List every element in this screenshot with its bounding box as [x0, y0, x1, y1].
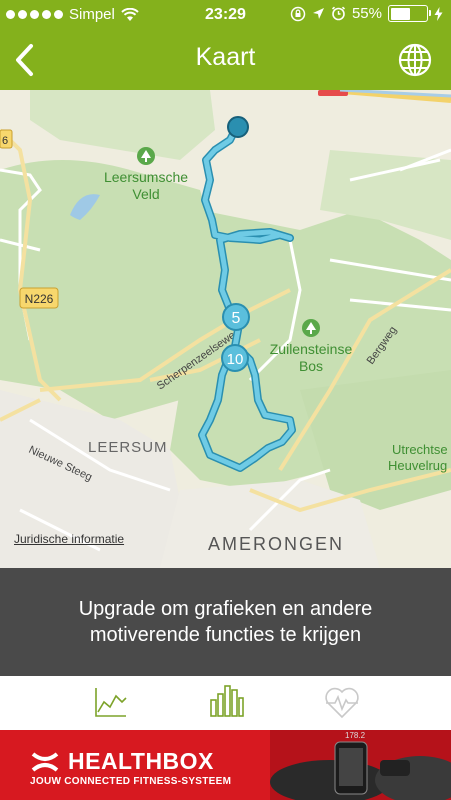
tab-line-chart[interactable] [88, 680, 132, 724]
route-start-marker [227, 116, 249, 138]
label-bos: Bos [299, 358, 323, 374]
healthbox-ad[interactable]: 178.2 HEALTHBOX JOUW CONNECTED FITNESS-S… [0, 730, 451, 800]
ad-brand: HEALTHBOX [30, 748, 214, 775]
road-label-n226: N226 [25, 292, 54, 306]
page-title: Kaart [195, 43, 256, 71]
road-label-edge: 6 [2, 135, 8, 147]
route-map[interactable]: N226 6 Leersumsche Veld Zuilensteinse Bo… [0, 90, 451, 568]
bar-chart-icon [210, 685, 244, 717]
globe-icon [398, 43, 432, 77]
heart-rate-icon [325, 687, 359, 719]
km-marker-10[interactable]: 10 [221, 344, 249, 372]
upgrade-line-1: Upgrade om grafieken en andere [78, 598, 373, 620]
label-veld: Veld [132, 186, 159, 202]
label-heuvelrug: Heuvelrug [388, 458, 447, 473]
tab-bar [0, 676, 451, 730]
location-arrow-icon [312, 8, 324, 19]
km-marker-5-label: 5 [232, 310, 241, 327]
battery-percent: 55% [351, 5, 382, 22]
park-icon-leersumsche [137, 147, 155, 165]
ad-brand-text: HEALTHBOX [68, 748, 214, 774]
battery-level-fill [390, 7, 410, 20]
upgrade-line-2: motiverende functies te krijgen [89, 624, 362, 646]
nav-bar: Kaart [0, 30, 451, 90]
orientation-lock-icon [290, 6, 306, 21]
label-utrechtse: Utrechtse [392, 442, 448, 457]
km-marker-5[interactable]: 5 [222, 303, 250, 331]
line-chart-icon [95, 688, 127, 717]
under-armour-logo-icon [31, 751, 59, 772]
upgrade-banner[interactable]: Upgrade om grafieken en andere motiveren… [0, 568, 451, 676]
status-right: 55% [290, 5, 443, 22]
app-header: Simpel 23:29 55% Kaart [0, 0, 451, 90]
label-leersumsche: Leersumsche [104, 169, 188, 185]
label-zuilensteinse: Zuilensteinse [270, 341, 353, 357]
ad-tagline: JOUW CONNECTED FITNESS-SYSTEEM [30, 776, 232, 787]
svg-text:178.2: 178.2 [345, 731, 366, 740]
tab-bar-chart[interactable] [204, 680, 248, 724]
alarm-icon [331, 6, 346, 21]
battery-icon [388, 5, 431, 22]
km-marker-10-label: 10 [227, 351, 244, 368]
legal-link[interactable]: Juridische informatie [14, 532, 124, 546]
charging-bolt-icon [434, 6, 443, 21]
map-canvas[interactable]: N226 6 Leersumsche Veld Zuilensteinse Bo… [0, 90, 451, 568]
label-leersum: LEERSUM [88, 439, 168, 456]
label-amerongen: AMERONGEN [208, 534, 344, 554]
park-icon-zuilensteinse [302, 319, 320, 337]
tab-heart-rate[interactable] [320, 680, 364, 724]
status-bar: Simpel 23:29 55% [0, 0, 451, 30]
globe-button[interactable] [397, 42, 433, 78]
